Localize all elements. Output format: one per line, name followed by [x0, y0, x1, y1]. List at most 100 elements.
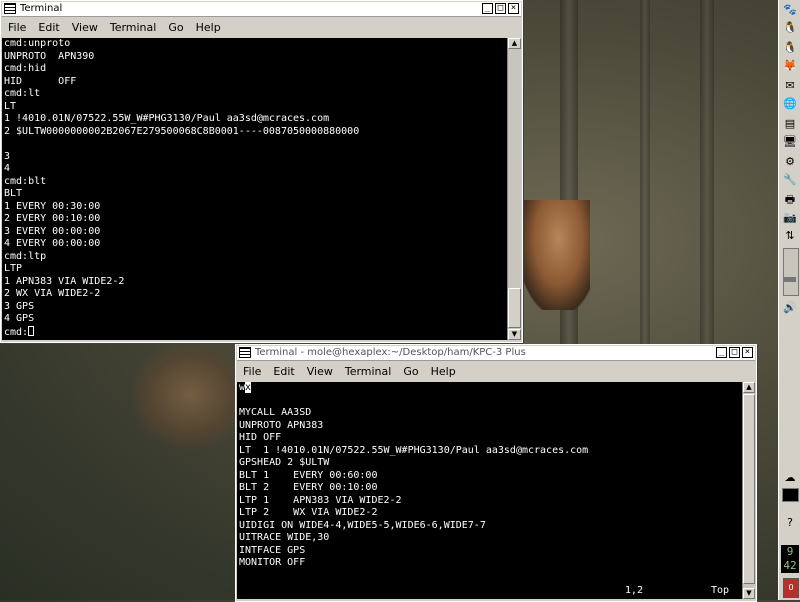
volume-slider[interactable] — [783, 248, 799, 296]
prompt-text: cmd: — [4, 326, 29, 338]
titlebar[interactable]: Terminal - mole@hexaplex:~/Desktop/ham/K… — [237, 346, 755, 361]
wallpaper-dog — [520, 200, 590, 310]
scroll-down-arrow-icon[interactable]: ▼ — [508, 329, 521, 340]
minimize-button[interactable]: _ — [482, 3, 493, 14]
menu-file[interactable]: File — [237, 365, 267, 378]
mail-icon[interactable]: ✉ — [782, 78, 798, 94]
editor-line: GPSHEAD 2 $ULTW — [239, 457, 330, 468]
scrollbar[interactable]: ▲ ▼ — [742, 382, 755, 599]
close-button[interactable]: × — [742, 347, 753, 358]
terminal-window-2[interactable]: Terminal - mole@hexaplex:~/Desktop/ham/K… — [235, 344, 757, 602]
editor-line: LT 1 !4010.01N/07522.55W_W#PHG3130/Paul … — [239, 444, 589, 456]
terminal-line: HID OFF — [4, 75, 77, 87]
terminal-line: 1 EVERY 00:30:00 — [4, 200, 101, 212]
editor-line: UNPROTO APN383 — [239, 419, 324, 431]
maximize-button[interactable]: □ — [495, 3, 506, 14]
network-icon[interactable]: ⇅ — [782, 228, 798, 244]
terminal-line: 3 EVERY 00:00:00 — [4, 225, 101, 237]
menu-go[interactable]: Go — [397, 365, 424, 378]
scroll-up-arrow-icon[interactable]: ▲ — [743, 382, 755, 393]
settings-icon[interactable]: ⚙ — [782, 154, 798, 170]
window-menu-icon[interactable] — [239, 347, 251, 358]
printer-icon[interactable]: 🖶 — [782, 192, 798, 208]
terminal-line: 1 APN383 VIA WIDE2-2 — [4, 275, 125, 287]
terminal-icon[interactable]: ▤ — [782, 116, 798, 132]
editor-line: MONITOR OFF — [239, 557, 306, 568]
editor-line: HID OFF — [239, 432, 282, 443]
monitor-icon[interactable]: 🖥 — [782, 134, 798, 150]
menu-terminal[interactable]: Terminal — [104, 21, 163, 34]
volume-knob[interactable] — [784, 277, 796, 282]
battery-indicator: 0 — [783, 578, 799, 598]
close-button[interactable]: × — [508, 3, 519, 14]
tux-icon[interactable]: 🐧 — [782, 20, 798, 36]
scroll-down-arrow-icon[interactable]: ▼ — [743, 588, 755, 599]
terminal-line: 2 EVERY 00:10:00 — [4, 213, 101, 224]
terminal-line: 1 !4010.01N/07522.55W_W#PHG3130/Paul aa3… — [4, 113, 330, 124]
terminal-line: cmd:unproto — [4, 38, 71, 49]
scroll-thumb[interactable] — [743, 394, 755, 584]
gnome-foot-icon[interactable]: 🐾 — [782, 2, 798, 18]
vi-status-line: 1,2 Top — [237, 585, 742, 598]
menubar: File Edit View Terminal Go Help — [237, 362, 755, 381]
terminal-window-1[interactable]: Terminal _ □ × File Edit View Terminal G… — [0, 0, 523, 343]
clock: 9 42 — [781, 545, 799, 573]
terminal-line: 4 — [4, 163, 11, 174]
terminal-line: 4 GPS — [4, 313, 35, 324]
minimize-button[interactable]: _ — [716, 347, 727, 358]
terminal-line: 3 GPS — [4, 300, 35, 312]
terminal-line: cmd:blt — [4, 175, 47, 187]
editor-line: UITRACE WIDE,30 — [239, 532, 330, 543]
titlebar[interactable]: Terminal _ □ × — [2, 2, 521, 17]
terminal-line: LTP — [4, 263, 23, 274]
command-prompt[interactable]: cmd: — [4, 325, 507, 339]
scrollbar[interactable]: ▲ ▼ — [507, 38, 521, 340]
text-cursor — [28, 325, 35, 336]
menu-go[interactable]: Go — [162, 21, 189, 34]
editor-line: BLT 2 EVERY 00:10:00 — [239, 482, 378, 493]
menu-edit[interactable]: Edit — [267, 365, 300, 378]
terminal-line: BLT — [4, 188, 23, 199]
maximize-button[interactable]: □ — [729, 347, 740, 358]
terminal-line: UNPROTO APN390 — [4, 50, 95, 62]
scroll-thumb[interactable] — [508, 288, 521, 328]
menu-help[interactable]: Help — [425, 365, 462, 378]
volume-icon[interactable]: 🔊 — [782, 300, 798, 316]
editor-line: UIDIGI ON WIDE4-4,WIDE5-5,WIDE6-6,WIDE7-… — [239, 519, 486, 531]
terminal-line: cmd:lt — [4, 88, 41, 99]
wallpaper-dog-blur — [130, 340, 250, 450]
tux-icon[interactable]: 🐧 — [782, 40, 798, 56]
editor-line: INTFACE GPS — [239, 544, 306, 556]
workspace-pager[interactable] — [782, 488, 799, 502]
menu-view[interactable]: View — [66, 21, 104, 34]
window-title: Terminal - mole@hexaplex:~/Desktop/ham/K… — [255, 347, 526, 358]
menu-help[interactable]: Help — [190, 21, 227, 34]
terminal-line: 2 $ULTW0000000002B2067E279500068C8B0001-… — [4, 125, 360, 137]
weather-icon[interactable]: ☁ — [782, 470, 798, 486]
terminal-line: cmd:hid — [4, 63, 47, 74]
scroll-indicator: Top — [711, 584, 730, 596]
globe-icon[interactable]: 🌐 — [782, 96, 798, 112]
terminal-line: 2 WX VIA WIDE2-2 — [4, 288, 101, 299]
camera-icon[interactable]: 📷 — [782, 210, 798, 226]
terminal-line: 4 EVERY 00:00:00 — [4, 238, 101, 249]
editor-line: LTP 2 WX VIA WIDE2-2 — [239, 507, 378, 518]
menu-file[interactable]: File — [2, 21, 32, 34]
window-menu-icon[interactable] — [4, 3, 16, 14]
editor-line: MYCALL AA3SD — [239, 407, 312, 418]
scroll-up-arrow-icon[interactable]: ▲ — [508, 38, 521, 49]
terminal-output[interactable]: cmd:unproto UNPROTO APN390 cmd:hid HID OFF c… — [2, 38, 507, 340]
menubar: File Edit View Terminal Go Help — [2, 18, 521, 37]
terminal-line: 3 — [4, 150, 11, 162]
menu-edit[interactable]: Edit — [32, 21, 65, 34]
menu-terminal[interactable]: Terminal — [339, 365, 398, 378]
wrench-icon[interactable]: 🔧 — [782, 172, 798, 188]
terminal-line: cmd:ltp — [4, 250, 47, 262]
editor-line: BLT 1 EVERY 00:60:00 — [239, 469, 378, 481]
vi-editor-buffer[interactable]: wx MYCALL AA3SD UNPROTO APN383 HID OFF LT 1 … — [237, 382, 742, 599]
menu-view[interactable]: View — [301, 365, 339, 378]
help-icon[interactable]: ? — [782, 515, 798, 531]
firefox-icon[interactable]: 🦊 — [782, 58, 798, 74]
